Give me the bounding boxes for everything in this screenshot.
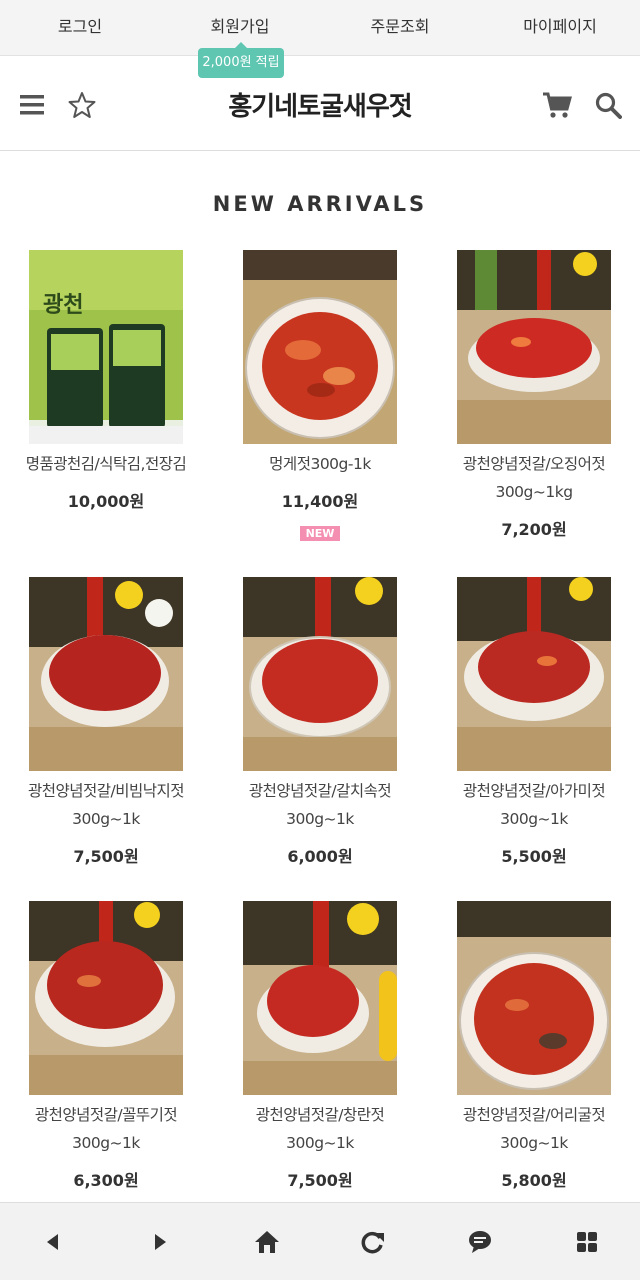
- product-price: 7,500원: [73, 847, 139, 866]
- product-name[interactable]: 광천양념젓갈/창란젓 300g~1k: [220, 1101, 420, 1157]
- product-name[interactable]: 광천양념젓갈/어리굴젓 300g~1k: [434, 1101, 634, 1157]
- product-name[interactable]: 광천양념젓갈/아가미젓 300g~1k: [434, 777, 634, 833]
- product-name[interactable]: 멍게젓300g-1k: [220, 450, 420, 478]
- product-price: 5,800원: [501, 1171, 567, 1190]
- product-card[interactable]: 광천양념젓갈/아가미젓 300g~1k 5,500원: [434, 577, 634, 867]
- product-price: 7,200원: [501, 520, 567, 539]
- product-name[interactable]: 광천양념젓갈/갈치속젓 300g~1k: [220, 777, 420, 833]
- product-price: 11,400원: [281, 492, 359, 511]
- product-image-gills[interactable]: [457, 577, 611, 771]
- bottom-navigation-bar: [0, 1202, 640, 1280]
- product-image-octopus[interactable]: [29, 577, 183, 771]
- signup-point-badge: 2,000원 적립: [198, 42, 284, 78]
- product-name[interactable]: 광천양념젓갈/비빔낙지젓 300g~1k: [6, 777, 206, 833]
- product-price: 10,000원: [67, 492, 145, 511]
- product-card[interactable]: 광천양념젓갈/꼴뚜기젓 300g~1k 6,300원: [6, 901, 206, 1191]
- product-image-sea-squirt[interactable]: [243, 250, 397, 444]
- search-icon[interactable]: [594, 91, 622, 119]
- refresh-icon[interactable]: [353, 1222, 393, 1262]
- top-utility-bar: 로그인 회원가입 주문조회 마이페이지: [0, 0, 640, 56]
- mypage-link[interactable]: 마이페이지: [480, 0, 640, 55]
- product-card[interactable]: 광천양념젓갈/어리굴젓 300g~1k 5,800원: [434, 901, 634, 1191]
- product-image-baby-octopus[interactable]: [29, 901, 183, 1095]
- product-card[interactable]: 광천양념젓갈/비빔낙지젓 300g~1k 7,500원: [6, 577, 206, 867]
- product-price: 5,500원: [501, 847, 567, 866]
- apps-icon[interactable]: [567, 1222, 607, 1262]
- star-icon[interactable]: [68, 91, 96, 119]
- site-header: 홍기네토굴새우젓: [0, 57, 640, 151]
- login-link[interactable]: 로그인: [0, 0, 160, 55]
- product-image-seaweed[interactable]: 광천: [29, 250, 183, 444]
- product-image-squid[interactable]: [457, 250, 611, 444]
- svg-text:광천: 광천: [43, 292, 83, 318]
- cart-icon[interactable]: [542, 91, 572, 119]
- product-card[interactable]: 광천양념젓갈/창란젓 300g~1k 7,500원: [220, 901, 420, 1191]
- product-image-hairtail[interactable]: [243, 577, 397, 771]
- product-card[interactable]: 광천양념젓갈/갈치속젓 300g~1k 6,000원: [220, 577, 420, 867]
- section-title-new-arrivals: NEW ARRIVALS: [212, 192, 428, 216]
- back-icon[interactable]: [33, 1222, 73, 1262]
- menu-icon[interactable]: [18, 91, 46, 119]
- product-price: 6,300원: [73, 1171, 139, 1190]
- product-image-oyster[interactable]: [457, 901, 611, 1095]
- product-name[interactable]: 광천양념젓갈/꼴뚜기젓 300g~1k: [6, 1101, 206, 1157]
- product-card[interactable]: 광천 명품광천김/식탁김,전장김 10,000원: [6, 250, 206, 512]
- product-price: 7,500원: [287, 1171, 353, 1190]
- order-lookup-link[interactable]: 주문조회: [320, 0, 480, 55]
- product-card[interactable]: 멍게젓300g-1k 11,400원 NEW: [220, 250, 420, 541]
- product-price: 6,000원: [287, 847, 353, 866]
- forward-icon[interactable]: [140, 1222, 180, 1262]
- new-badge: NEW: [299, 526, 341, 541]
- product-card[interactable]: 광천양념젓갈/오징어젓 300g~1kg 7,200원: [434, 250, 634, 540]
- product-image-pollack-intestine[interactable]: [243, 901, 397, 1095]
- product-name[interactable]: 명품광천김/식탁김,전장김: [6, 450, 206, 478]
- chat-icon[interactable]: [460, 1222, 500, 1262]
- product-name[interactable]: 광천양념젓갈/오징어젓 300g~1kg: [434, 450, 634, 506]
- home-icon[interactable]: [247, 1222, 287, 1262]
